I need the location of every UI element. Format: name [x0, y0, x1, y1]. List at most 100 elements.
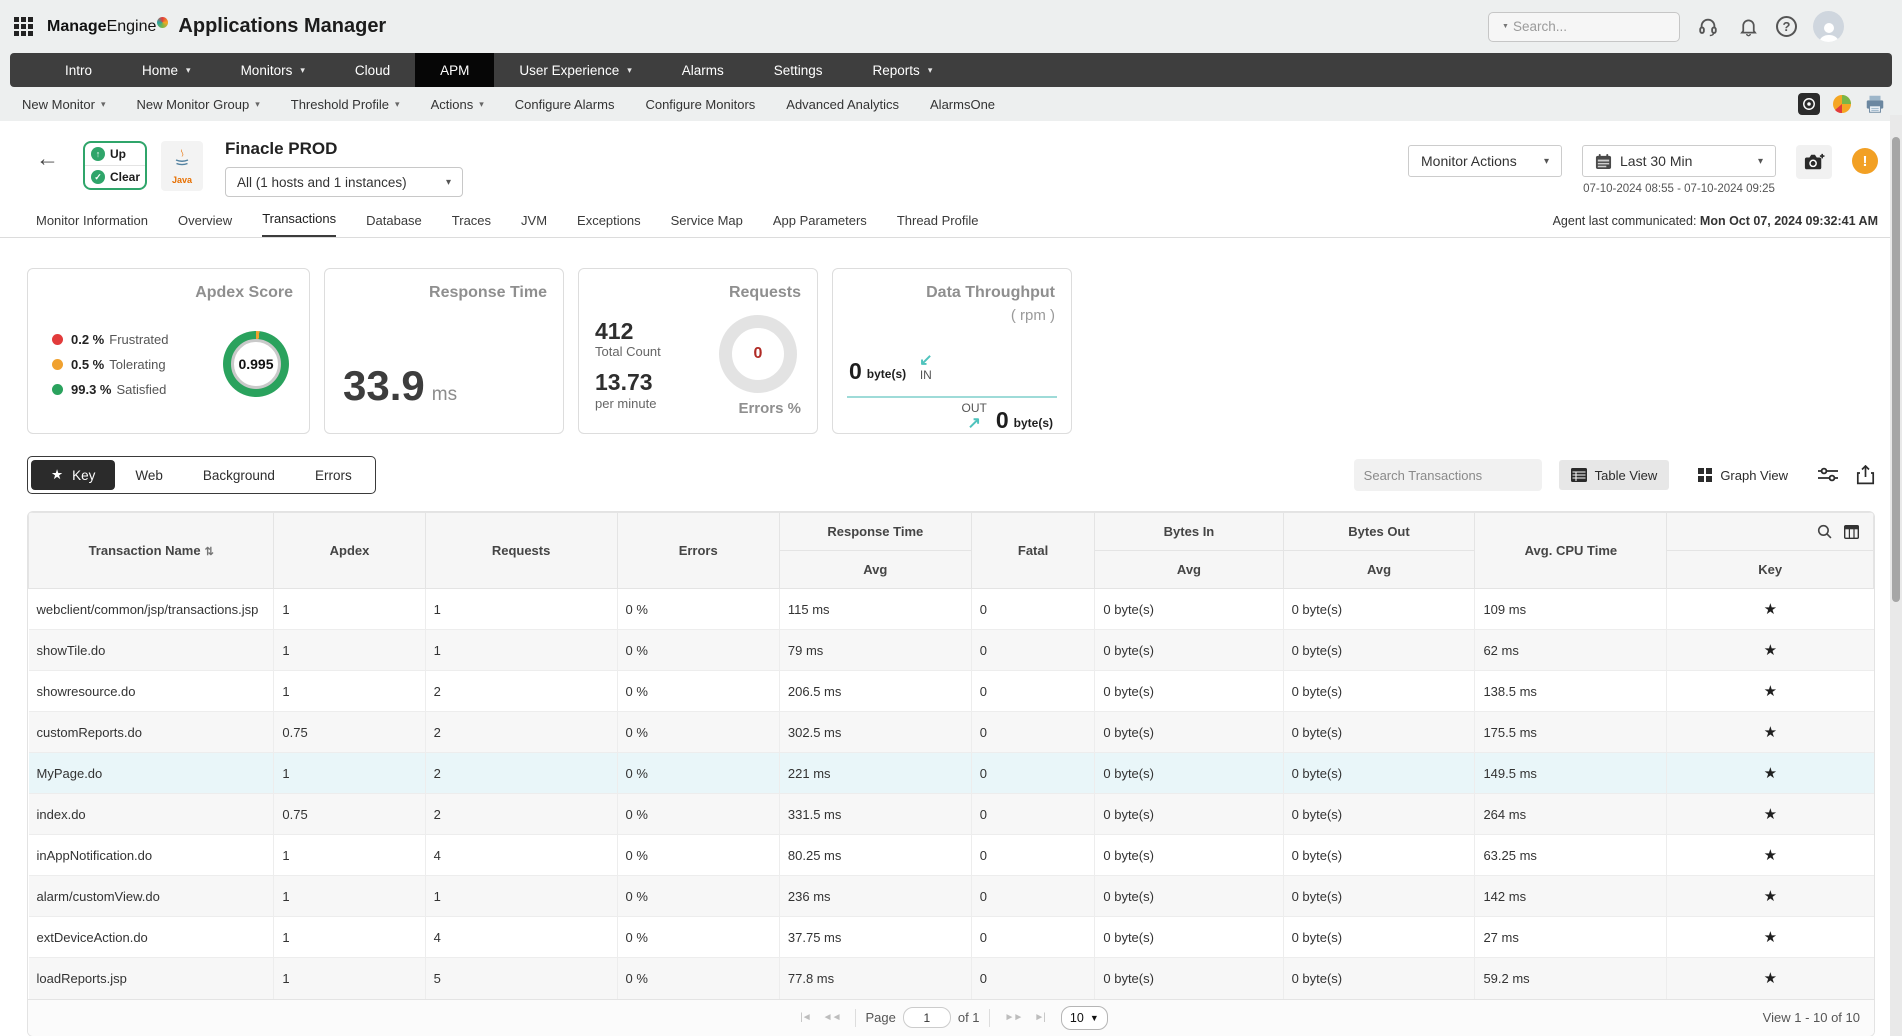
toolbar-item-actions[interactable]: Actions▾ [431, 97, 484, 112]
notifications-bell-icon[interactable] [1736, 15, 1760, 39]
alert-warning-icon[interactable]: ! [1852, 148, 1878, 174]
col-requests[interactable]: Requests [425, 513, 617, 589]
table-row[interactable]: showresource.do120 %206.5 ms00 byte(s)0 … [29, 671, 1874, 712]
tab-transactions[interactable]: Transactions [262, 211, 336, 237]
cell-name[interactable]: index.do [29, 794, 274, 835]
tab-thread-profile[interactable]: Thread Profile [897, 213, 979, 237]
nav-item-apm[interactable]: APM [415, 53, 494, 87]
vertical-scrollbar[interactable] [1890, 115, 1902, 1036]
cell-key[interactable]: ★ [1667, 589, 1874, 630]
table-row[interactable]: MyPage.do120 %221 ms00 byte(s)0 byte(s)1… [29, 753, 1874, 794]
last-page-button[interactable]: ►| [1034, 1012, 1045, 1023]
col-apdex[interactable]: Apdex [274, 513, 425, 589]
search-scope-caret-icon[interactable]: ▼ [1502, 23, 1509, 30]
tab-monitor-information[interactable]: Monitor Information [36, 213, 148, 237]
tab-app-parameters[interactable]: App Parameters [773, 213, 867, 237]
table-row[interactable]: alarm/customView.do110 %236 ms00 byte(s)… [29, 876, 1874, 917]
scrollbar-thumb[interactable] [1892, 137, 1900, 602]
time-range-select[interactable]: Last 30 Min ▾ [1582, 145, 1776, 177]
sort-icon[interactable]: ⇅ [205, 546, 214, 558]
col-key[interactable]: Key [1667, 551, 1874, 589]
tab-service-map[interactable]: Service Map [671, 213, 743, 237]
apps-grid-icon[interactable] [14, 17, 33, 36]
global-search-input[interactable] [1513, 19, 1690, 34]
col-response-time[interactable]: Response Time [779, 513, 971, 551]
graph-view-button[interactable]: Graph View [1686, 460, 1800, 490]
global-search[interactable]: ▼ [1488, 12, 1680, 42]
prev-page-button[interactable]: ◄◄ [823, 1012, 841, 1023]
table-row[interactable]: inAppNotification.do140 %80.25 ms00 byte… [29, 835, 1874, 876]
table-row[interactable]: index.do0.7520 %331.5 ms00 byte(s)0 byte… [29, 794, 1874, 835]
filter-tab-key[interactable]: ★Key [31, 460, 115, 490]
page-size-select[interactable]: 10 ▼ [1061, 1006, 1108, 1030]
toolbar-item-alarmsone[interactable]: AlarmsOne [930, 97, 995, 112]
toolbar-item-new-monitor[interactable]: New Monitor▾ [22, 97, 106, 112]
cell-name[interactable]: alarm/customView.do [29, 876, 274, 917]
support-headset-icon[interactable] [1696, 15, 1720, 39]
column-settings-icon[interactable] [1817, 466, 1839, 484]
nav-item-monitors[interactable]: Monitors▾ [216, 53, 330, 87]
col-cpu-time[interactable]: Avg. CPU Time [1475, 513, 1667, 589]
nav-item-intro[interactable]: Intro [40, 53, 117, 87]
nav-item-cloud[interactable]: Cloud [330, 53, 415, 87]
help-icon[interactable]: ? [1776, 16, 1797, 37]
cell-name[interactable]: webclient/common/jsp/transactions.jsp [29, 589, 274, 630]
nav-item-settings[interactable]: Settings [749, 53, 848, 87]
table-row[interactable]: showTile.do110 %79 ms00 byte(s)0 byte(s)… [29, 630, 1874, 671]
table-row[interactable]: loadReports.jsp150 %77.8 ms00 byte(s)0 b… [29, 958, 1874, 999]
export-share-icon[interactable] [1856, 465, 1875, 485]
filter-tab-errors[interactable]: Errors [295, 461, 372, 490]
monitor-actions-select[interactable]: Monitor Actions ▾ [1408, 145, 1562, 177]
toolbar-item-threshold-profile[interactable]: Threshold Profile▾ [291, 97, 400, 112]
col-errors[interactable]: Errors [617, 513, 779, 589]
filter-tab-web[interactable]: Web [115, 461, 183, 490]
nav-item-alarms[interactable]: Alarms [657, 53, 749, 87]
print-icon[interactable] [1864, 93, 1886, 115]
cell-name[interactable]: showresource.do [29, 671, 274, 712]
user-avatar[interactable] [1813, 11, 1844, 42]
cell-key[interactable]: ★ [1667, 917, 1874, 958]
cell-key[interactable]: ★ [1667, 753, 1874, 794]
cell-name[interactable]: extDeviceAction.do [29, 917, 274, 958]
col-bytes-out[interactable]: Bytes Out [1283, 513, 1475, 551]
page-number-input[interactable] [903, 1007, 951, 1028]
first-page-button[interactable]: |◄ [800, 1012, 811, 1023]
cell-name[interactable]: MyPage.do [29, 753, 274, 794]
next-page-button[interactable]: ►► [1005, 1012, 1023, 1023]
col-fatal[interactable]: Fatal [971, 513, 1095, 589]
cell-key[interactable]: ★ [1667, 794, 1874, 835]
filter-tab-background[interactable]: Background [183, 461, 295, 490]
tab-overview[interactable]: Overview [178, 213, 232, 237]
cell-key[interactable]: ★ [1667, 630, 1874, 671]
table-row[interactable]: extDeviceAction.do140 %37.75 ms00 byte(s… [29, 917, 1874, 958]
toolbar-item-configure-monitors[interactable]: Configure Monitors [645, 97, 755, 112]
personalize-icon[interactable] [1798, 93, 1820, 115]
transactions-search-input[interactable] [1364, 468, 1540, 483]
cell-key[interactable]: ★ [1667, 712, 1874, 753]
tab-traces[interactable]: Traces [452, 213, 491, 237]
cell-name[interactable]: customReports.do [29, 712, 274, 753]
tab-exceptions[interactable]: Exceptions [577, 213, 641, 237]
instance-scope-select[interactable]: All (1 hosts and 1 instances) ▾ [225, 167, 463, 197]
col-bytes-out-avg[interactable]: Avg [1283, 551, 1475, 589]
reports-pie-icon[interactable] [1831, 93, 1853, 115]
col-bytes-in[interactable]: Bytes In [1095, 513, 1283, 551]
cell-name[interactable]: showTile.do [29, 630, 274, 671]
table-view-button[interactable]: Table View [1559, 460, 1670, 490]
table-row[interactable]: customReports.do0.7520 %302.5 ms00 byte(… [29, 712, 1874, 753]
table-row[interactable]: webclient/common/jsp/transactions.jsp110… [29, 589, 1874, 630]
cell-key[interactable]: ★ [1667, 671, 1874, 712]
col-response-avg[interactable]: Avg [779, 551, 971, 589]
col-bytes-in-avg[interactable]: Avg [1095, 551, 1283, 589]
column-chooser-icon[interactable] [1844, 525, 1859, 539]
toolbar-item-configure-alarms[interactable]: Configure Alarms [515, 97, 615, 112]
nav-item-reports[interactable]: Reports▾ [848, 53, 958, 87]
snapshot-camera-button[interactable] [1796, 145, 1832, 179]
cell-key[interactable]: ★ [1667, 835, 1874, 876]
table-search-icon[interactable] [1817, 524, 1832, 539]
tab-database[interactable]: Database [366, 213, 422, 237]
col-transaction-name[interactable]: Transaction Name⇅ [29, 513, 274, 589]
cell-name[interactable]: loadReports.jsp [29, 958, 274, 999]
nav-item-user-experience[interactable]: User Experience▾ [494, 53, 656, 87]
toolbar-item-new-monitor-group[interactable]: New Monitor Group▾ [137, 97, 260, 112]
